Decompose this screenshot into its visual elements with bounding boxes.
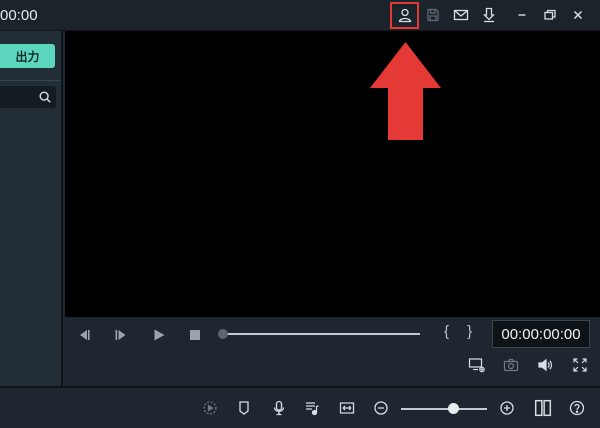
left-panel-divider	[0, 80, 61, 81]
export-button[interactable]: 出力	[0, 44, 55, 68]
left-panel: 出力	[0, 31, 63, 386]
next-frame-button[interactable]	[111, 325, 131, 345]
minimize-button[interactable]	[511, 4, 533, 26]
music-list-icon	[306, 402, 319, 416]
fit-timeline-button[interactable]	[337, 397, 357, 419]
search-icon[interactable]	[38, 90, 52, 104]
red-arrow-annotation	[370, 42, 441, 140]
save-button[interactable]	[422, 4, 444, 26]
mail-icon	[453, 9, 469, 21]
stop-icon	[190, 330, 200, 340]
play-button[interactable]	[149, 325, 169, 345]
stop-button[interactable]	[185, 325, 205, 345]
record-voiceover-button[interactable]	[269, 397, 289, 419]
restore-button[interactable]	[539, 4, 561, 26]
timecode-display: 00:00:00:00	[492, 320, 590, 348]
volume-icon	[538, 358, 553, 372]
fit-width-icon	[339, 402, 355, 414]
next-frame-icon	[115, 330, 126, 340]
fullscreen-icon	[573, 358, 587, 372]
zoom-slider-handle[interactable]	[447, 403, 459, 414]
zoom-slider-track[interactable]	[401, 408, 487, 410]
zoom-out-icon	[374, 401, 388, 415]
zoom-out-button[interactable]	[371, 397, 391, 419]
camera-icon	[503, 358, 519, 372]
layout-toggle-button[interactable]	[533, 397, 553, 419]
render-preview-button[interactable]	[466, 355, 488, 375]
close-icon	[573, 10, 583, 20]
preview-viewport	[65, 31, 600, 317]
mark-in-out-buttons[interactable]: { }	[444, 323, 479, 340]
highlight-box	[390, 2, 419, 29]
play-icon	[154, 329, 165, 341]
download-icon	[482, 7, 496, 23]
restore-icon	[544, 9, 556, 20]
render-icon	[203, 401, 217, 415]
snapshot-button[interactable]	[501, 355, 521, 375]
download-button[interactable]	[478, 4, 500, 26]
mail-button[interactable]	[450, 4, 472, 26]
fullscreen-button[interactable]	[570, 355, 590, 375]
minimize-icon	[518, 14, 526, 16]
help-icon	[569, 400, 585, 416]
zoom-in-icon	[500, 401, 514, 415]
monitor-settings-icon	[468, 358, 485, 373]
help-button[interactable]	[567, 397, 587, 419]
search-box	[0, 86, 56, 108]
audio-mixer-button[interactable]	[302, 397, 322, 419]
close-button[interactable]	[567, 4, 589, 26]
previous-frame-icon	[80, 330, 90, 340]
save-icon	[427, 8, 439, 22]
playback-progress-track[interactable]	[222, 333, 420, 335]
add-marker-button[interactable]	[234, 397, 254, 419]
title-bar: 00:00	[0, 0, 600, 31]
marker-icon	[239, 401, 249, 415]
playback-progress-handle[interactable]	[218, 329, 228, 339]
volume-button[interactable]	[535, 355, 555, 375]
search-input[interactable]	[0, 86, 36, 108]
zoom-in-button[interactable]	[497, 397, 517, 419]
render-button[interactable]	[200, 397, 220, 419]
previous-frame-button[interactable]	[74, 325, 94, 345]
split-panel-icon	[534, 399, 552, 417]
title-time: 00:00	[0, 7, 38, 24]
microphone-icon	[273, 400, 285, 416]
